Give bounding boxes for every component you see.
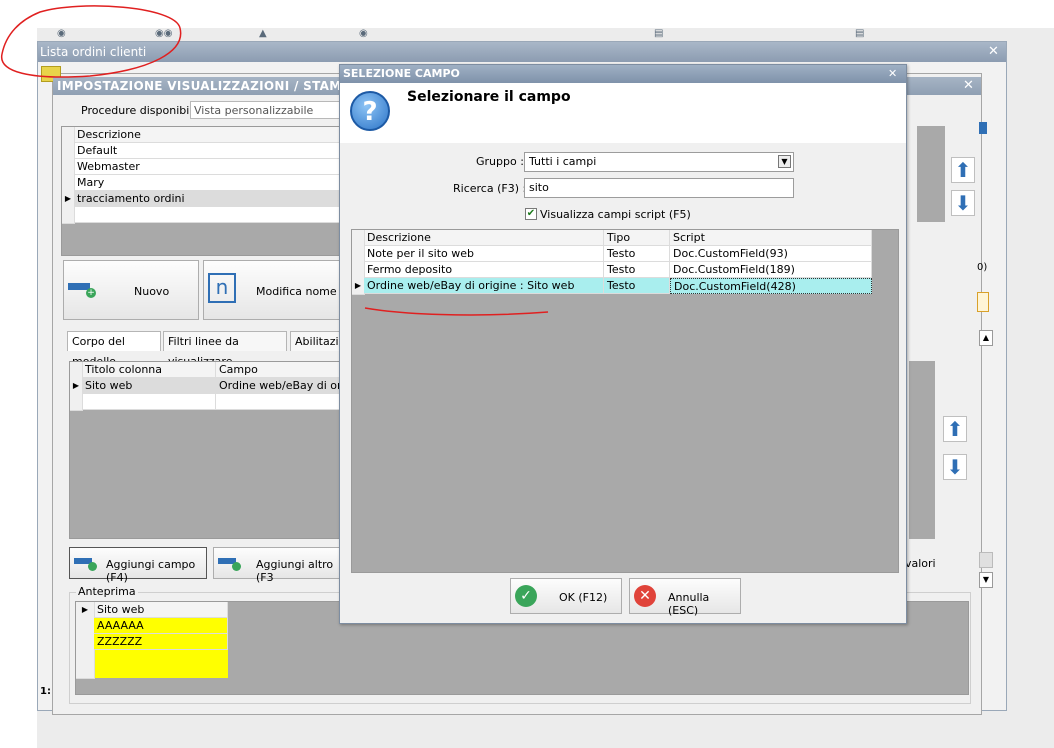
- annotation-underline: [364, 307, 549, 316]
- annotation-overlay: [1, 5, 549, 316]
- annotation-circle: [1, 5, 182, 78]
